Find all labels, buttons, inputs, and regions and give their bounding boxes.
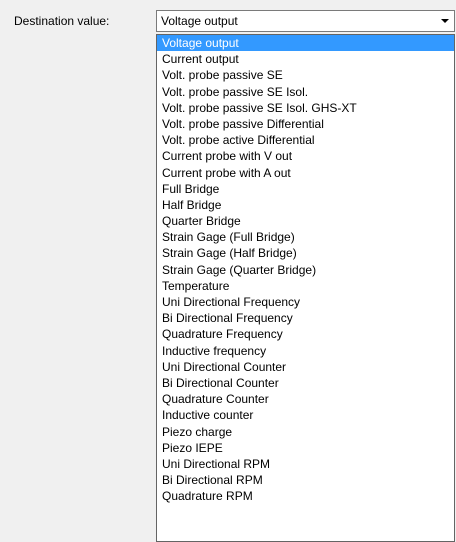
dropdown-option[interactable]: Uni Directional Frequency [157, 294, 454, 310]
dropdown-option[interactable]: Volt. probe passive Differential [157, 116, 454, 132]
settings-panel: Destination value: Voltage output Voltag… [0, 0, 456, 542]
dropdown-option[interactable]: Quadrature Frequency [157, 326, 454, 342]
dropdown-option[interactable]: Full Bridge [157, 181, 454, 197]
dropdown-option[interactable]: Quarter Bridge [157, 213, 454, 229]
destination-value-dropdown-list[interactable]: Voltage output Current output Volt. probe … [156, 34, 455, 542]
dropdown-option[interactable]: Strain Gage (Half Bridge) [157, 245, 454, 261]
dropdown-option[interactable]: Half Bridge [157, 197, 454, 213]
dropdown-option[interactable]: Current output [157, 51, 454, 67]
dropdown-option[interactable]: Volt. probe passive SE [157, 67, 454, 83]
dropdown-option[interactable]: Volt. probe passive SE Isol. GHS-XT [157, 100, 454, 116]
dropdown-option[interactable]: Current probe with A out [157, 165, 454, 181]
dropdown-option[interactable]: Strain Gage (Quarter Bridge) [157, 262, 454, 278]
dropdown-option[interactable]: Uni Directional RPM [157, 456, 454, 472]
destination-value-combobox[interactable]: Voltage output [156, 10, 455, 32]
dropdown-option[interactable]: Inductive counter [157, 407, 454, 423]
dropdown-option[interactable]: Inductive frequency [157, 343, 454, 359]
dropdown-option[interactable]: Quadrature RPM [157, 488, 454, 504]
dropdown-option[interactable]: Bi Directional Frequency [157, 310, 454, 326]
dropdown-option[interactable]: Uni Directional Counter [157, 359, 454, 375]
dropdown-option[interactable]: Volt. probe passive SE Isol. [157, 84, 454, 100]
dropdown-options: Voltage output Current output Volt. probe … [157, 35, 454, 504]
dropdown-option[interactable]: Temperature [157, 278, 454, 294]
dropdown-option[interactable]: Volt. probe active Differential [157, 132, 454, 148]
chevron-down-icon[interactable] [437, 11, 454, 31]
combobox-selected-value: Voltage output [161, 14, 238, 28]
dropdown-option[interactable]: Piezo charge [157, 424, 454, 440]
dropdown-option[interactable]: Strain Gage (Full Bridge) [157, 229, 454, 245]
dropdown-option[interactable]: Piezo IEPE [157, 440, 454, 456]
dropdown-option[interactable]: Bi Directional Counter [157, 375, 454, 391]
dropdown-option[interactable]: Quadrature Counter [157, 391, 454, 407]
dropdown-option[interactable]: Voltage output [157, 35, 454, 52]
destination-value-label: Destination value: [14, 14, 110, 28]
dropdown-option[interactable]: Current probe with V out [157, 148, 454, 164]
dropdown-option[interactable]: Bi Directional RPM [157, 472, 454, 488]
